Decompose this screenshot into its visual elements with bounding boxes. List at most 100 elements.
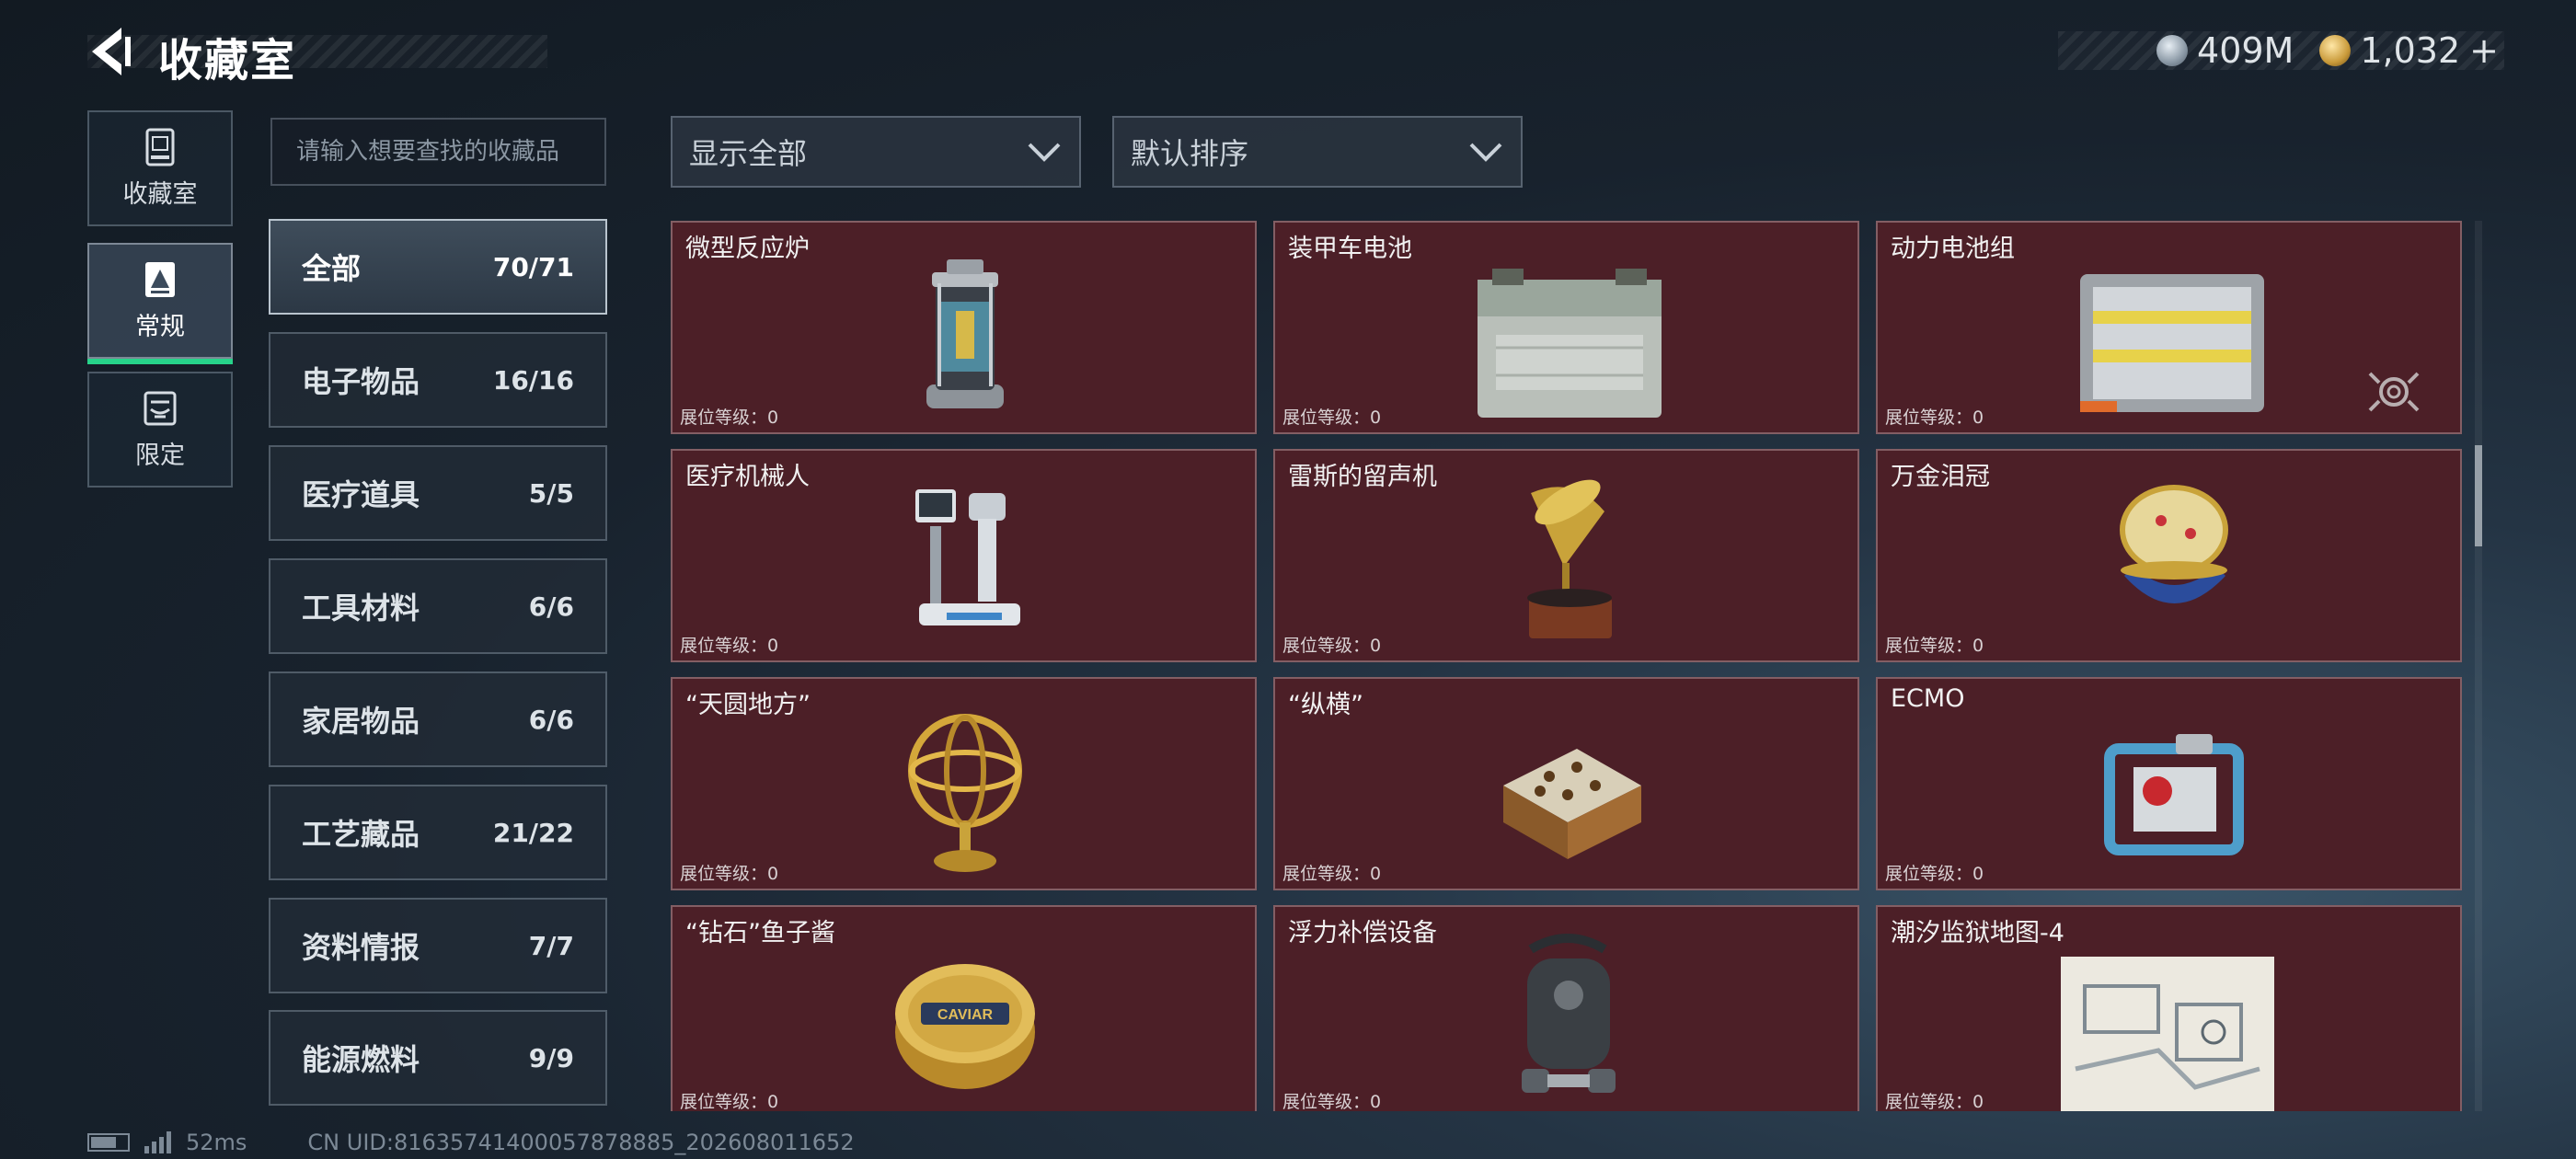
show-filter-dropdown[interactable]: 显示全部 <box>671 116 1081 188</box>
category-label: 全部 <box>302 251 362 286</box>
collection-grid: 微型反应炉 展位等级：0 装甲车电池 展位等级：0 动力电池组 展位等级：0 医… <box>671 221 2463 1111</box>
display-level: 展位等级：0 <box>680 636 779 656</box>
item-name: 装甲车电池 <box>1288 235 1412 263</box>
category-label: 能源燃料 <box>302 1042 420 1077</box>
status-bar: 52ms CN UID:81635741400057878885_2026080… <box>87 1130 855 1155</box>
ecmo-icon <box>2104 734 2244 855</box>
item-name: “天圆地方” <box>685 691 811 719</box>
sort-dropdown[interactable]: 默认排序 <box>1112 116 1523 188</box>
caviar-tin-icon: CAVIAR <box>895 964 1035 1089</box>
caviar-label: CAVIAR <box>937 1007 994 1023</box>
nav-limited[interactable]: 限定 <box>87 372 233 488</box>
nav-collection-room[interactable]: 收藏室 <box>87 110 233 226</box>
nav-label: 限定 <box>135 441 185 470</box>
category-count: 7/7 <box>528 930 574 961</box>
item-name: 医疗机械人 <box>685 463 810 491</box>
collection-item-card[interactable]: “钻石”鱼子酱 CAVIAR 展位等级：0 <box>671 905 1257 1111</box>
category-all[interactable]: 全部 70/71 <box>269 219 607 315</box>
item-name: “纵横” <box>1288 691 1363 719</box>
category-tools[interactable]: 工具材料 6/6 <box>269 558 607 654</box>
category-electronics[interactable]: 电子物品 16/16 <box>269 332 607 428</box>
gold-coin-icon <box>2319 35 2352 66</box>
item-name: 动力电池组 <box>1891 235 2015 263</box>
item-name: 微型反应炉 <box>685 235 810 263</box>
display-level: 展位等级：0 <box>680 407 779 428</box>
nav-label: 收藏室 <box>122 179 198 209</box>
collection-item-card[interactable]: “纵横” 展位等级：0 <box>1273 677 1859 890</box>
display-level: 展位等级：0 <box>1282 864 1382 884</box>
battery-icon <box>87 1133 130 1152</box>
silver-coin-icon <box>2156 35 2189 66</box>
category-count: 70/71 <box>492 251 574 282</box>
limited-icon <box>144 391 177 425</box>
collection-item-card[interactable]: 微型反应炉 展位等级：0 <box>671 221 1257 434</box>
grid-scrollbar-thumb[interactable] <box>2475 445 2482 546</box>
category-label: 工具材料 <box>302 591 420 625</box>
armillary-sphere-icon <box>908 714 1022 872</box>
jeweled-egg-icon <box>2120 485 2228 603</box>
nav-label: 常规 <box>135 312 185 341</box>
display-level: 展位等级：0 <box>1282 1092 1382 1111</box>
category-count: 6/6 <box>528 704 574 735</box>
collection-room-icon <box>145 128 175 166</box>
nav-regular[interactable]: 常规 <box>87 243 233 364</box>
signal-icon <box>144 1131 171 1153</box>
regular-icon <box>145 261 175 297</box>
item-name: 潮汐监狱地图-4 <box>1891 919 2064 947</box>
category-label: 家居物品 <box>302 704 420 739</box>
display-level: 展位等级：0 <box>1885 1092 1984 1111</box>
chess-box-icon <box>1503 749 1641 859</box>
micro-reactor-icon <box>926 259 1004 408</box>
gramophone-icon <box>1527 479 1612 638</box>
category-intel[interactable]: 资料情报 7/7 <box>269 898 607 993</box>
collection-item-card[interactable]: 装甲车电池 展位等级：0 <box>1273 221 1859 434</box>
category-count: 5/5 <box>528 477 574 509</box>
collection-item-card[interactable]: “天圆地方” 展位等级：0 <box>671 677 1257 890</box>
silver-currency: 409M <box>2156 30 2294 71</box>
item-name: ECMO <box>1891 684 1965 713</box>
category-count: 21/22 <box>492 817 574 848</box>
display-level: 展位等级：0 <box>1885 636 1984 656</box>
grid-scrollbar-track[interactable] <box>2475 221 2482 1111</box>
display-level: 展位等级：0 <box>1282 636 1382 656</box>
category-label: 工艺藏品 <box>302 817 420 852</box>
category-label: 医疗道具 <box>302 477 420 512</box>
collection-item-card[interactable]: 雷斯的留声机 展位等级：0 <box>1273 449 1859 662</box>
user-uid: CN UID:81635741400057878885_202608011652 <box>307 1130 855 1155</box>
display-level: 展位等级：0 <box>1282 407 1382 428</box>
collection-item-card[interactable]: 动力电池组 展位等级：0 <box>1876 221 2462 434</box>
collection-item-card[interactable]: 医疗机械人 展位等级：0 <box>671 449 1257 662</box>
item-name: 浮力补偿设备 <box>1288 919 1437 947</box>
display-level: 展位等级：0 <box>680 864 779 884</box>
chevron-down-icon <box>1028 143 1061 162</box>
item-name: 万金泪冠 <box>1891 463 1990 491</box>
category-label: 电子物品 <box>302 364 420 399</box>
category-medical[interactable]: 医疗道具 5/5 <box>269 445 607 541</box>
collection-item-card[interactable]: 浮力补偿设备 展位等级：0 <box>1273 905 1859 1111</box>
header-stripe <box>87 35 547 68</box>
item-name: “钻石”鱼子酱 <box>685 919 835 947</box>
category-household[interactable]: 家居物品 6/6 <box>269 671 607 767</box>
category-energy[interactable]: 能源燃料 9/9 <box>269 1010 607 1106</box>
display-level: 展位等级：0 <box>1885 864 1984 884</box>
track-target-icon[interactable] <box>2364 362 2423 421</box>
category-count: 9/9 <box>528 1042 574 1073</box>
battery-pack-icon <box>2080 274 2264 412</box>
currency-bar: 409M 1,032 + <box>2058 30 2504 71</box>
back-arrow-icon[interactable] <box>85 24 136 79</box>
gold-amount: 1,032 <box>2360 30 2461 71</box>
prison-map-icon <box>2061 957 2274 1111</box>
dropdown-value: 默认排序 <box>1131 136 1249 171</box>
chevron-down-icon <box>1469 143 1502 162</box>
collection-item-card[interactable]: ECMO 展位等级：0 <box>1876 677 2462 890</box>
gold-currency[interactable]: 1,032 + <box>2319 30 2499 71</box>
page-title: 收藏室 <box>158 35 297 86</box>
collection-item-card[interactable]: 万金泪冠 展位等级：0 <box>1876 449 2462 662</box>
medical-robot-icon <box>915 489 1020 625</box>
search-input[interactable] <box>270 118 606 186</box>
collection-item-card[interactable]: 潮汐监狱地图-4 展位等级：0 <box>1876 905 2462 1111</box>
buoyancy-device-icon <box>1522 934 1616 1093</box>
add-currency-button[interactable]: + <box>2469 30 2499 71</box>
category-count: 6/6 <box>528 591 574 622</box>
category-crafts[interactable]: 工艺藏品 21/22 <box>269 785 607 880</box>
